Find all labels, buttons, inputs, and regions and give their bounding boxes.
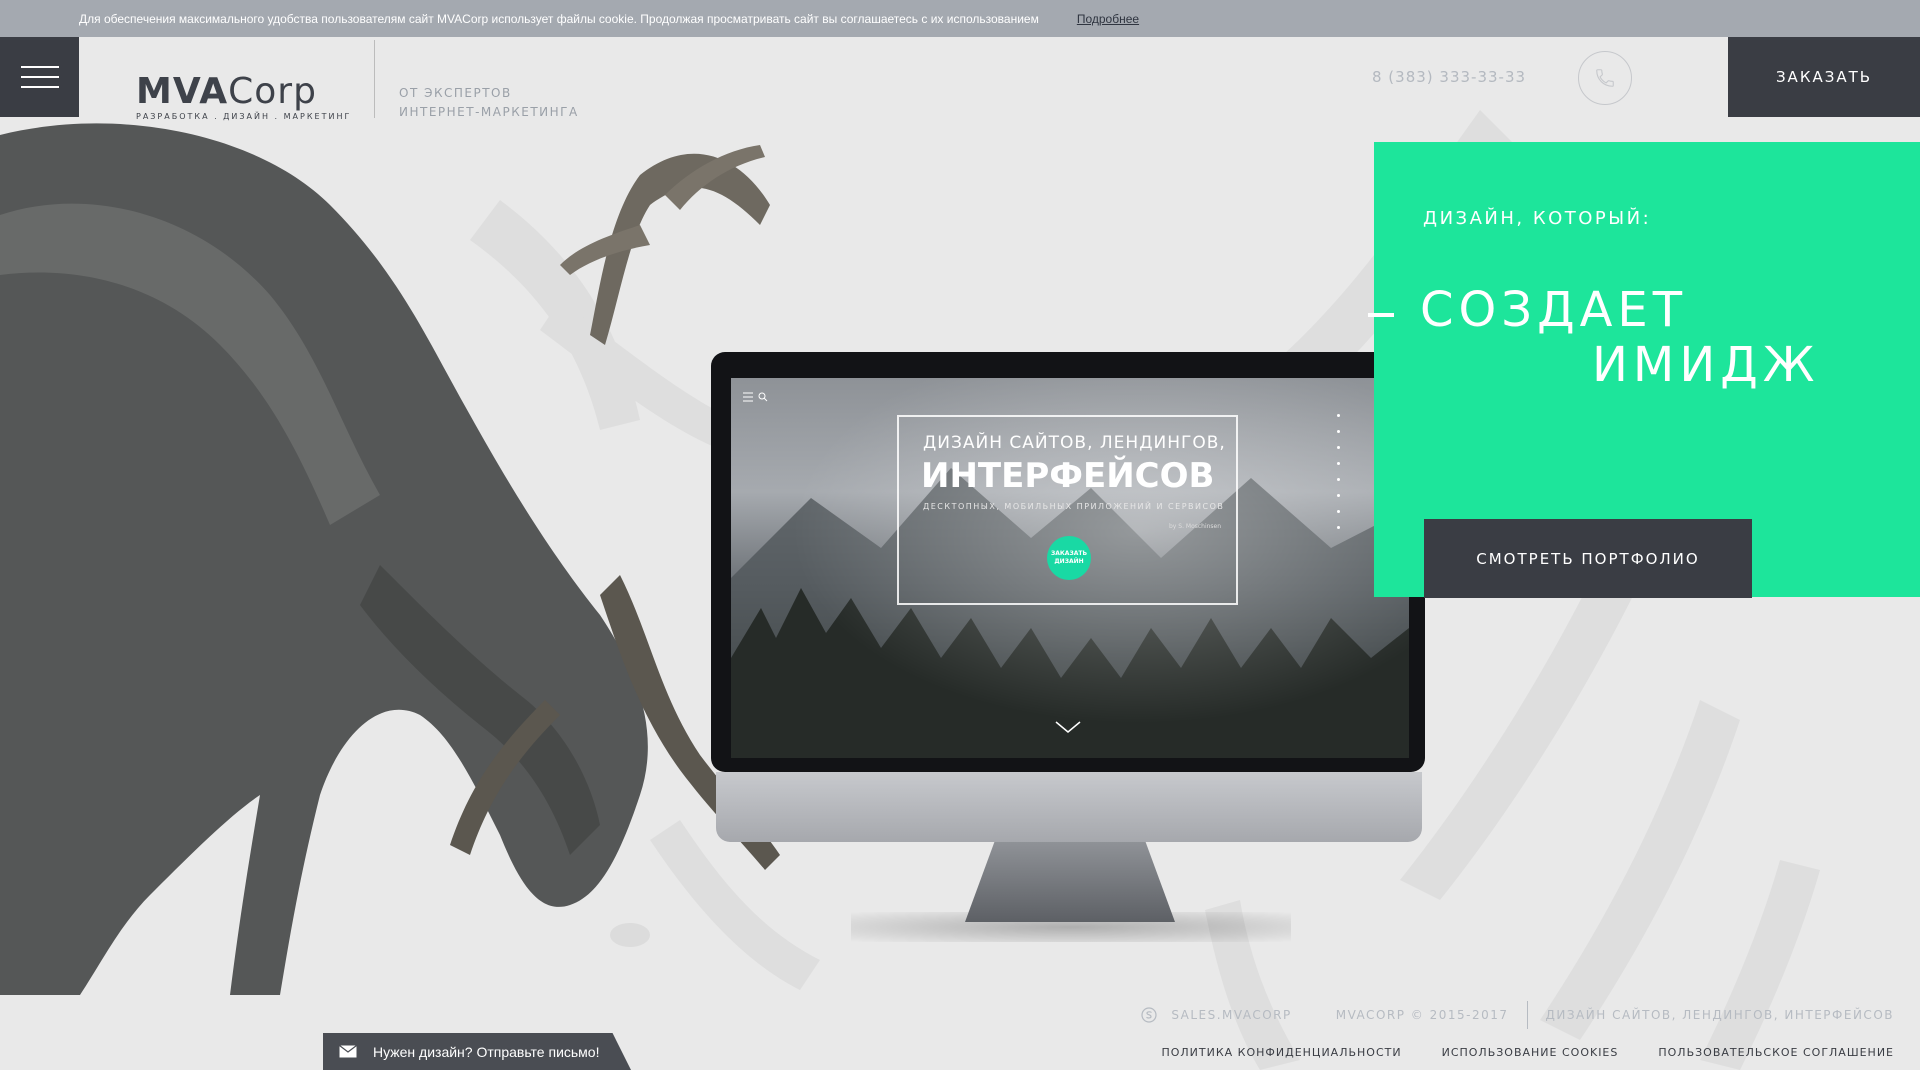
screen-menu-icon [743,392,768,402]
cookies-usage-link[interactable]: Использование cookies [1442,1046,1619,1059]
footer-info: sales.mvacorp MVACorp © 2015-2017 Дизайн… [1141,1001,1894,1029]
portfolio-button[interactable]: Смотреть портфолио [1424,519,1752,598]
order-button[interactable]: Заказать [1728,37,1920,117]
footer-services: Дизайн сайтов, лендингов, интерфейсов [1545,1008,1894,1022]
privacy-policy-link[interactable]: Политика конфиденциальности [1161,1046,1401,1059]
monitor-stand [965,842,1175,922]
cookie-text: Для обеспечения максимального удобства п… [79,11,1039,26]
cookie-more-link[interactable]: Подробнее [1077,12,1139,26]
screen-pagination [1337,414,1340,542]
monitor-screen: ДИЗАЙН САЙТОВ, ЛЕНДИНГОВ, ИНТЕРФЕЙСОВ ДЕ… [731,378,1409,758]
menu-icon[interactable] [0,37,79,117]
slogan-line-2: интернет-маркетинга [399,105,579,119]
logo-mva: MVA [136,71,229,112]
skype-label: sales.mvacorp [1171,1008,1292,1022]
screen-order-line-2: ДИЗАЙН [1054,558,1084,565]
logo-tagline: Разработка . дизайн . маркетинг [136,112,352,121]
screen-line-2: ИНТЕРФЕЙСОВ [921,456,1215,496]
phone-icon[interactable] [1578,51,1632,105]
footer-links: Политика конфиденциальности Использовани… [1161,1046,1894,1059]
chevron-down-icon [1055,721,1081,733]
monitor-chin [716,772,1422,842]
screen-order-line-1: ЗАКАЗАТЬ [1050,550,1088,557]
screen-author: by S. Moschinsen [1169,523,1222,530]
screen-line-3: ДЕСКТОПНЫХ, МОБИЛЬНЫХ ПРИЛОЖЕНИЙ И СЕРВИ… [923,502,1225,511]
logo[interactable]: MVACorp Разработка . дизайн . маркетинг [136,71,352,122]
chat-label: Нужен дизайн? Отправьте письмо! [373,1043,600,1060]
header-divider [374,40,375,118]
header-slogan: от экспертов интернет-маркетинга [399,84,579,122]
deer-illustration [0,123,780,995]
mail-icon [339,1045,357,1058]
hero-dash [1368,313,1394,317]
hero-title-line-2: имидж [1592,337,1820,393]
skype-icon [1141,1007,1157,1023]
footer-divider [1526,1001,1528,1029]
copyright: MVACorp © 2015-2017 [1335,1008,1509,1022]
slogan-line-1: от экспертов [399,86,512,100]
screen-order-badge: ЗАКАЗАТЬ ДИЗАЙН [1047,536,1091,580]
user-agreement-link[interactable]: Пользовательское соглашение [1658,1046,1894,1059]
chat-widget[interactable]: Нужен дизайн? Отправьте письмо! [323,1033,631,1070]
phone-number[interactable]: 8 (383) 333-33-33 [1372,68,1526,86]
cookie-bar: Для обеспечения максимального удобства п… [0,0,1920,37]
hero-label: Дизайн, который: [1423,208,1652,229]
screen-line-1: ДИЗАЙН САЙТОВ, ЛЕНДИНГОВ, [923,433,1226,453]
logo-corp: Corp [228,71,317,112]
hero-title-line-1: создает [1420,282,1688,338]
skype-link[interactable]: sales.mvacorp [1141,1007,1291,1023]
